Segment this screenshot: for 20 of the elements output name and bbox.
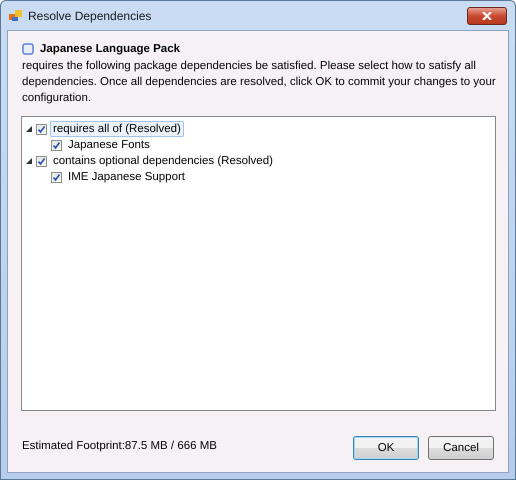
tree-item[interactable]: Japanese Fonts (65, 137, 153, 153)
expander-icon[interactable] (26, 158, 32, 164)
tree-item[interactable]: requires all of (Resolved) (50, 121, 184, 137)
checkbox[interactable] (51, 172, 62, 182)
dialog-button[interactable]: OK (353, 436, 419, 460)
dialog-button[interactable]: Cancel (428, 436, 494, 460)
footprint-text: Estimated Footprint:87.5 MB / 666 MB (22, 440, 217, 452)
tree-item[interactable]: IME Japanese Support (65, 169, 188, 185)
window-title: Resolve Dependencies (28, 8, 152, 22)
expander-icon[interactable] (26, 126, 32, 132)
description-text: requires the following package dependencies be satisfied. Please select how to satisfy all dependencies. Once all dependencies are resolved, click OK to commit your changes to your configuration. (22, 59, 497, 106)
package-name: Japanese Language Pack (40, 43, 180, 55)
checkbox[interactable] (51, 140, 62, 150)
app-icon (9, 10, 23, 22)
package-icon (22, 43, 34, 55)
checkbox[interactable] (36, 124, 47, 134)
close-button[interactable] (467, 6, 507, 24)
checkbox[interactable] (36, 156, 47, 166)
close-icon (482, 12, 492, 20)
tree-item[interactable]: contains optional dependencies (Resolved) (50, 153, 276, 169)
